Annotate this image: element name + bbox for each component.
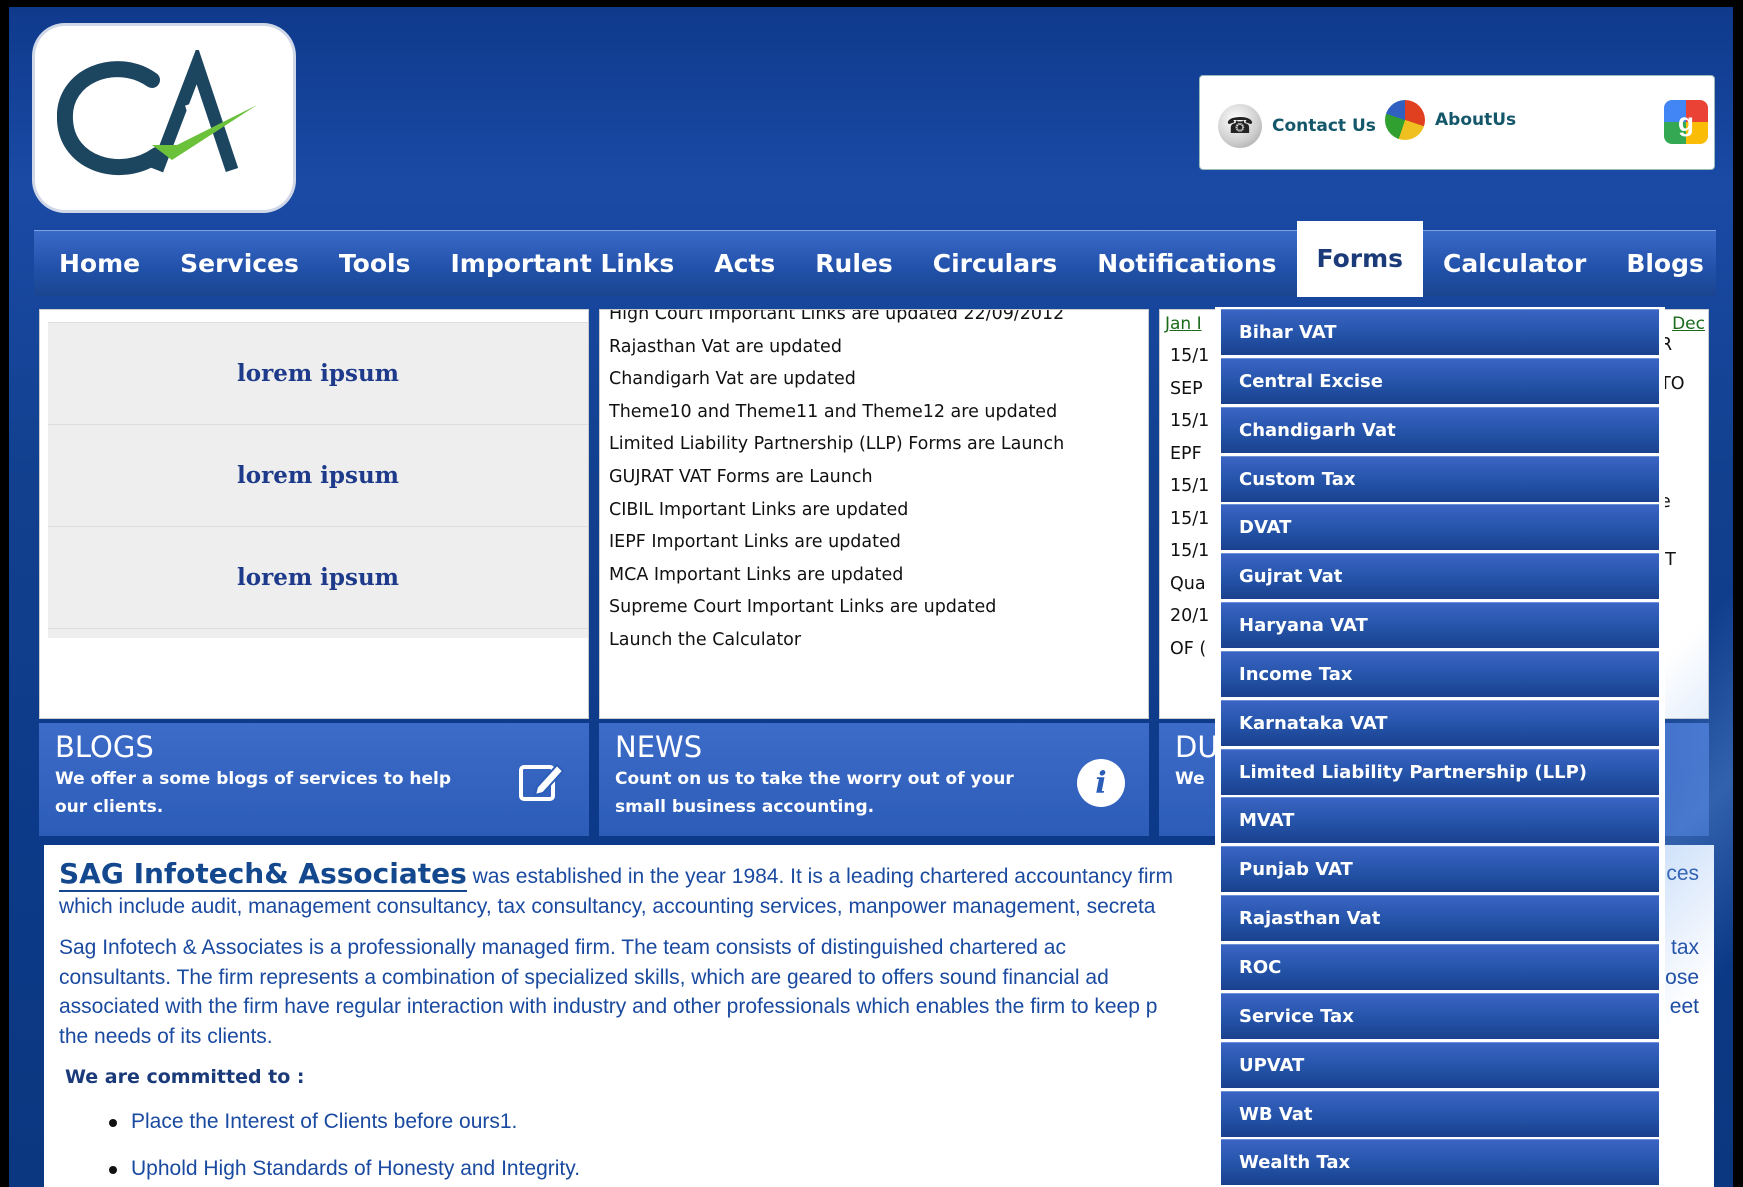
about-us-label: AboutUs: [1435, 110, 1517, 130]
menu-item-punjab-vat[interactable]: Punjab VAT: [1221, 846, 1659, 893]
month-link-dec[interactable]: Dec: [1672, 314, 1705, 334]
menu-item-central-excise[interactable]: Central Excise: [1221, 357, 1659, 404]
menu-item-income-tax[interactable]: Income Tax: [1221, 650, 1659, 697]
list-divider: [48, 628, 588, 638]
news-item[interactable]: Supreme Court Important Links are update…: [608, 591, 1138, 624]
menu-item-rajasthan-vat[interactable]: Rajasthan Vat: [1221, 895, 1659, 942]
pie-chart-icon: [1385, 100, 1425, 140]
info-icon[interactable]: i: [1077, 759, 1125, 807]
card-text: We offer a some blogs of services to hel…: [55, 769, 452, 817]
news-item[interactable]: Launch the Calculator: [608, 624, 1138, 657]
nav-rules[interactable]: Rules: [815, 249, 892, 278]
due-right-cell: IT: [1660, 550, 1676, 570]
news-item[interactable]: CIBIL Important Links are updated: [608, 494, 1138, 527]
card-text: Count on us to take the worry out of you…: [615, 769, 1014, 817]
nav-calculator[interactable]: Calculator: [1443, 249, 1586, 278]
menu-item-wealth-tax[interactable]: Wealth Tax: [1221, 1139, 1659, 1186]
contact-us-link[interactable]: ☎ Contact Us: [1218, 104, 1376, 148]
nav-forms[interactable]: Forms: [1296, 220, 1423, 297]
menu-item-service-tax[interactable]: Service Tax: [1221, 992, 1659, 1039]
nav-important-links[interactable]: Important Links: [450, 249, 674, 278]
menu-item-mvat[interactable]: MVAT: [1221, 797, 1659, 844]
news-item[interactable]: Theme10 and Theme11 and Theme12 are upda…: [608, 396, 1138, 429]
due-right-cell: R: [1660, 335, 1673, 355]
news-item[interactable]: GUJRAT VAT Forms are Launch: [608, 461, 1138, 494]
lorem-list: lorem ipsum lorem ipsum lorem ipsum: [48, 322, 588, 638]
menu-item-chandigarh-vat[interactable]: Chandigarh Vat: [1221, 406, 1659, 453]
due-right-cell: TO: [1660, 374, 1685, 394]
svg-text:CA: CA: [57, 50, 59, 51]
nav-home[interactable]: Home: [59, 249, 140, 278]
news-ticker-panel: High Court Important Links are updated 2…: [599, 309, 1149, 719]
nav-tools[interactable]: Tools: [339, 249, 411, 278]
window-frame: CA ☎ Contact Us AboutUs g Home Services …: [0, 0, 1743, 1187]
quick-links-box: ☎ Contact Us AboutUs g: [1199, 75, 1715, 170]
list-item[interactable]: lorem ipsum: [48, 526, 588, 628]
news-item[interactable]: MCA Important Links are updated: [608, 559, 1138, 592]
page: CA ☎ Contact Us AboutUs g Home Services …: [9, 7, 1733, 1187]
firm-name-link[interactable]: SAG Infotech& Associates: [59, 857, 467, 892]
news-item[interactable]: High Court Important Links are updated 2…: [608, 310, 1138, 331]
menu-item-roc[interactable]: ROC: [1221, 943, 1659, 990]
menu-item-gujrat-vat[interactable]: Gujrat Vat: [1221, 553, 1659, 600]
menu-item-custom-tax[interactable]: Custom Tax: [1221, 455, 1659, 502]
ca-logo[interactable]: CA: [35, 26, 293, 210]
due-right-col: R TO e IT: [1660, 335, 1700, 609]
nav-blogs[interactable]: Blogs: [1626, 249, 1704, 278]
news-card[interactable]: NEWS Count on us to take the worry out o…: [599, 723, 1149, 836]
list-item[interactable]: lorem ipsum: [48, 424, 588, 526]
nav-notifications[interactable]: Notifications: [1097, 249, 1276, 278]
list-item[interactable]: lorem ipsum: [48, 322, 588, 424]
contact-us-label: Contact Us: [1272, 116, 1376, 136]
about-us-link[interactable]: AboutUs: [1385, 100, 1516, 140]
edit-icon[interactable]: [517, 757, 565, 805]
menu-item-dvat[interactable]: DVAT: [1221, 504, 1659, 551]
menu-item-bihar-vat[interactable]: Bihar VAT: [1221, 309, 1659, 355]
month-link-jan[interactable]: Jan I: [1165, 314, 1202, 334]
nav-acts[interactable]: Acts: [714, 249, 775, 278]
phone-icon: ☎: [1218, 104, 1262, 148]
ca-logo-icon: CA: [57, 50, 257, 176]
news-item[interactable]: IEPF Important Links are updated: [608, 526, 1138, 559]
news-item[interactable]: Chandigarh Vat are updated: [608, 363, 1138, 396]
card-title: BLOGS: [55, 730, 154, 764]
menu-item-wb-vat[interactable]: WB Vat: [1221, 1090, 1659, 1137]
news-item[interactable]: Limited Liability Partnership (LLP) Form…: [608, 428, 1138, 461]
google-icon[interactable]: g: [1664, 100, 1708, 144]
due-right-cell: e: [1660, 492, 1671, 512]
lorem-panel: lorem ipsum lorem ipsum lorem ipsum: [39, 309, 589, 719]
card-title: NEWS: [615, 730, 703, 764]
menu-item-karnataka-vat[interactable]: Karnataka VAT: [1221, 699, 1659, 746]
nav-services[interactable]: Services: [180, 249, 299, 278]
news-item[interactable]: Rajasthan Vat are updated: [608, 331, 1138, 364]
main-nav: Home Services Tools Important Links Acts…: [34, 220, 1716, 297]
nav-circulars[interactable]: Circulars: [933, 249, 1058, 278]
blogs-card[interactable]: BLOGS We offer a some blogs of services …: [39, 723, 589, 836]
menu-item-haryana-vat[interactable]: Haryana VAT: [1221, 602, 1659, 649]
news-list: High Court Important Links are updated 2…: [608, 310, 1138, 657]
forms-dropdown-menu: Bihar VAT Central Excise Chandigarh Vat …: [1215, 307, 1665, 1187]
menu-item-upvat[interactable]: UPVAT: [1221, 1041, 1659, 1088]
menu-item-llp[interactable]: Limited Liability Partnership (LLP): [1221, 748, 1659, 795]
